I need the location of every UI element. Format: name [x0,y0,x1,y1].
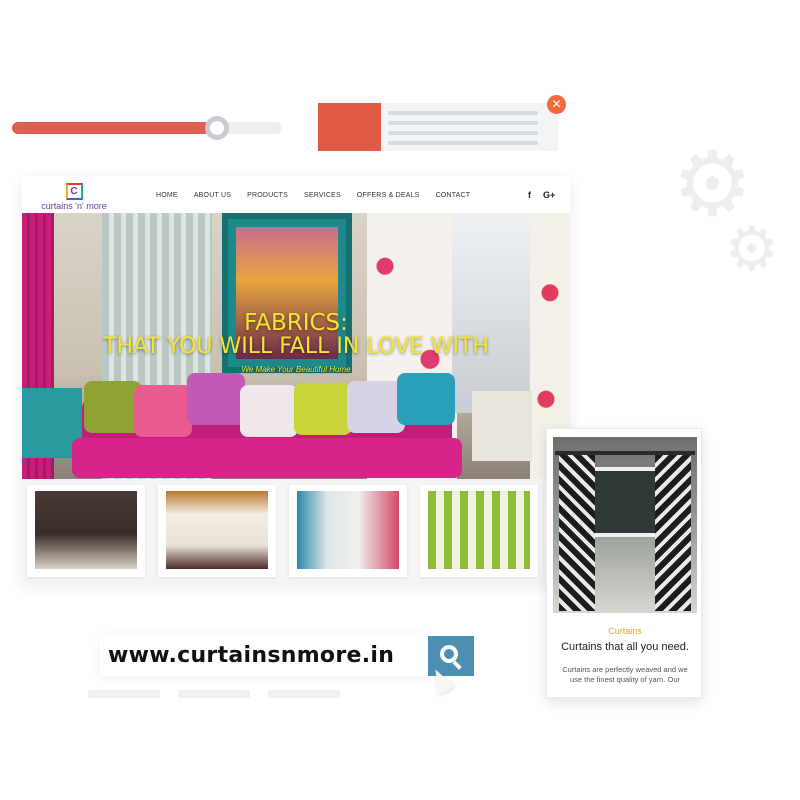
curtain-photo-1 [35,491,137,569]
curtain-left [559,455,595,611]
main-nav: HOME ABOUT US PRODUCTS SERVICES OFFERS &… [156,192,486,200]
cushion [134,385,192,437]
nav-services[interactable]: SERVICES [304,192,341,200]
cushion [240,385,298,437]
card-description: Curtains are perfectly weaved and we use… [562,665,688,684]
hero-title-line1: FABRICS: [244,310,348,336]
logo-mark: C [65,183,83,200]
curtain-photo-2 [166,491,268,569]
nav-products[interactable]: PRODUCTS [247,192,288,200]
hero-subtitle: We Make Your Beautiful Home [241,365,351,374]
text-line [388,111,538,115]
nav-home[interactable]: HOME [156,192,178,200]
category-label: Curtains [608,626,642,636]
slider-fill [12,122,218,134]
cushion [294,383,352,435]
nav-contact[interactable]: CONTACT [436,192,471,200]
nav-offers-deals[interactable]: OFFERS & DEALS [357,192,420,200]
facebook-icon[interactable]: f [528,190,531,200]
thumbnail-card[interactable] [289,485,407,577]
card-title: Curtains that all you need. [561,641,689,653]
placeholder-bar [178,690,250,698]
url-bar[interactable]: www.curtainsnmore.in [100,634,430,676]
cushion [187,373,245,425]
close-icon[interactable]: ✕ [547,95,566,114]
thumbnail-card[interactable] [27,485,145,577]
hero-banner: FABRICS: THAT YOU WILL FALL IN LOVE WITH… [22,213,570,479]
logo-text: curtains 'n' more [41,201,107,211]
curtain-photo-3 [297,491,399,569]
text-line [388,131,538,135]
hero-title-line2: THAT YOU WILL FALL IN LOVE WITH [103,334,489,359]
cushion [397,373,455,425]
info-card [318,103,558,151]
site-logo[interactable]: C curtains 'n' more [34,181,114,211]
mobile-preview-card: Curtains Curtains that all you need. Cur… [546,428,702,698]
gear-icon: ⚙ [724,212,780,285]
site-header: C curtains 'n' more HOME ABOUT US PRODUC… [22,176,570,213]
curtain-photo [553,437,697,613]
nav-about-us[interactable]: ABOUT US [194,192,231,200]
url-text: www.curtainsnmore.in [108,643,395,668]
curtain-right [655,455,691,611]
thumbnail-card[interactable] [420,485,538,577]
curtain-photo-4 [428,491,530,569]
thumbnail-card[interactable] [158,485,276,577]
sofa-seat [72,438,462,478]
placeholder-bar [88,690,160,698]
text-line [388,121,538,125]
text-line [388,141,538,145]
google-plus-icon[interactable]: G+ [543,190,555,200]
window [589,467,661,537]
website-preview: C curtains 'n' more HOME ABOUT US PRODUC… [22,176,570,582]
placeholder-bar [268,690,340,698]
thumbnail-gallery [22,479,570,582]
slider-thumb[interactable] [205,116,230,140]
color-swatch [318,103,381,151]
side-table [472,391,532,461]
social-links: f G+ [528,190,555,200]
progress-slider[interactable] [12,116,282,140]
